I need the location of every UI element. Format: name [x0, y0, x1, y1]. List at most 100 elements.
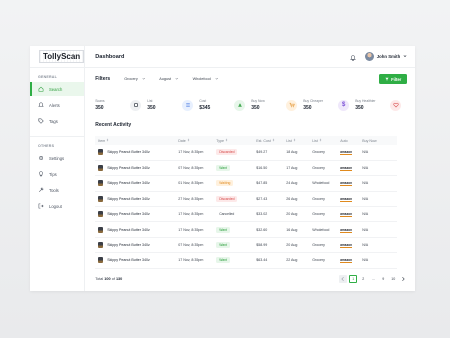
bell-icon[interactable] [350, 48, 356, 66]
table-row[interactable]: Skippy Peanut Butter 340z 07 Nov, 8:35pm W… [95, 237, 398, 254]
table-row[interactable]: Skippy Peanut Butter 340z 17 Nov, 8:35pm W… [95, 221, 398, 238]
cell-type: Discarded [213, 191, 254, 208]
sidebar-item-search[interactable]: Search [30, 82, 85, 96]
main-content: Dashboard John Smith Filters Grocery Augu… [85, 46, 415, 291]
cell-cost: $58.99 [253, 237, 284, 254]
filter-button-label: Filter [391, 76, 402, 82]
stat-label: Scans [95, 99, 105, 103]
cell-auto: amazon [337, 191, 360, 208]
stat-value: 350 [95, 105, 104, 111]
cell-buy-now: N/A [359, 145, 398, 161]
cell-cost: $49.27 [253, 145, 284, 161]
sidebar-item-label: Search [49, 86, 63, 92]
cell-item: Skippy Peanut Butter 340z [95, 237, 176, 254]
cell-auto: amazon [337, 252, 360, 269]
sort-icon [318, 138, 322, 143]
amazon-logo: amazon [340, 258, 353, 264]
column-header-buy-now[interactable]: Buy Now [359, 136, 398, 145]
logo[interactable]: TollyScan [30, 46, 85, 68]
others-section-title: OTHERS [38, 144, 55, 148]
page-button-9[interactable]: 9 [379, 275, 387, 283]
cell-auto: amazon [337, 175, 360, 192]
sidebar: TollyScan GENERAL Search Alerts Tags OTHER… [30, 46, 86, 291]
filter-select-august[interactable]: August [159, 77, 179, 82]
general-section-title: GENERAL [38, 75, 57, 79]
filter-button[interactable]: Filter [379, 74, 408, 84]
cell-list: Grocery [309, 237, 338, 254]
filter-select-grocery[interactable]: Grocery [124, 77, 145, 82]
chevron-left-icon[interactable] [339, 275, 348, 283]
sidebar-item-tags[interactable]: Tags [30, 114, 84, 128]
item-name: Skippy Peanut Butter 340z [107, 181, 150, 186]
sort-icon [105, 138, 109, 143]
avatar [364, 52, 374, 61]
item-name: Skippy Peanut Butter 340z [107, 150, 150, 155]
sidebar-item-label: Tags [49, 118, 58, 124]
item-name: Skippy Peanut Butter 340z [107, 227, 150, 232]
table-row[interactable]: Skippy Peanut Butter 340z 01 Nov, 8:35pm W… [95, 175, 398, 192]
stat-value: 350 [303, 105, 312, 111]
tools-icon [38, 187, 44, 193]
cell-item: Skippy Peanut Butter 340z [95, 145, 176, 161]
sidebar-item-settings[interactable]: Settings [30, 151, 84, 165]
filter-select-wholefood[interactable]: Wholefood [193, 77, 219, 82]
page-button-1[interactable]: 1 [349, 275, 358, 283]
column-header-date[interactable]: Date [175, 136, 214, 145]
sidebar-item-tips[interactable]: Tips [30, 167, 84, 181]
dollar-circle-icon: $ [338, 99, 350, 111]
heart-icon [390, 99, 402, 111]
stat-label: Buy Now [251, 99, 265, 103]
cell-buy-now: N/A [359, 237, 398, 254]
column-header-list[interactable]: List [283, 136, 310, 145]
cell-item: Skippy Peanut Butter 340z [95, 252, 176, 269]
product-thumbnail [98, 226, 104, 233]
table-row[interactable]: Skippy Peanut Butter 340z 17 Nov, 8:35pm C… [95, 206, 398, 223]
sidebar-item-tools[interactable]: Tools [30, 183, 84, 197]
cell-item: Skippy Peanut Butter 340z [95, 191, 176, 208]
column-header-est-cost[interactable]: Est. Cost [253, 136, 284, 145]
table-row[interactable]: Skippy Peanut Butter 340z 27 Nov, 8:35pm D… [95, 191, 398, 208]
column-header-auto[interactable]: Auto [337, 136, 360, 145]
cell-type: Cancelled [213, 206, 254, 223]
stat-label: Cost [199, 99, 207, 103]
cell-type: Want [213, 237, 254, 254]
column-header-item[interactable]: Item [95, 136, 176, 145]
filter-icon [385, 77, 389, 81]
table-row[interactable]: Skippy Peanut Butter 340z 17 Nov, 8:35pm D… [95, 145, 398, 161]
page-title: Dashboard [95, 53, 125, 60]
logo-text: TollyScan [39, 50, 85, 63]
cell-auto: amazon [337, 237, 360, 254]
app-window: TollyScan GENERAL Search Alerts Tags OTHER… [30, 46, 415, 291]
top-bar: Dashboard John Smith [85, 46, 415, 68]
user-menu[interactable]: John Smith [364, 52, 407, 61]
chevron-down-icon [403, 54, 407, 59]
product-thumbnail [98, 257, 104, 264]
cell-auto: amazon [337, 145, 360, 161]
sidebar-item-label: Settings [49, 155, 65, 161]
cell-list: Grocery [309, 252, 338, 269]
page-button-10[interactable]: 10 [389, 275, 397, 283]
table-row[interactable]: Skippy Peanut Butter 340z 17 Nov, 8:35pm W… [95, 252, 398, 269]
sidebar-item-label: Alerts [49, 102, 60, 108]
product-thumbnail [98, 195, 104, 202]
sidebar-item-label: Tools [49, 187, 59, 193]
table-row[interactable]: Skippy Peanut Butter 340z 07 Nov, 8:35pm W… [95, 160, 398, 177]
cell-list-date: 22 Aug [283, 252, 310, 269]
cell-list: Grocery [309, 206, 338, 223]
sidebar-item-alerts[interactable]: Alerts [30, 98, 84, 112]
sidebar-item-logout[interactable]: Logout [30, 199, 84, 213]
filter-select-value: Grocery [124, 77, 138, 81]
page-button-2[interactable]: 2 [359, 275, 367, 283]
gear-icon [38, 155, 44, 161]
cell-type: Discarded [213, 145, 254, 161]
cell-list-date: 26 Aug [283, 191, 310, 208]
amazon-logo: amazon [340, 227, 353, 233]
sort-icon [271, 138, 275, 143]
column-header-list[interactable]: List [309, 136, 338, 145]
amazon-logo: amazon [340, 212, 353, 218]
column-header-type[interactable]: Type [213, 136, 254, 145]
stats-row: Scans 350 List 350 Cost $345 Buy Now 350 Buy Che… [85, 90, 415, 116]
cell-buy-now: N/A [359, 175, 398, 192]
chevron-right-icon[interactable] [399, 275, 407, 283]
cell-date: 01 Nov, 8:35pm [175, 175, 214, 192]
